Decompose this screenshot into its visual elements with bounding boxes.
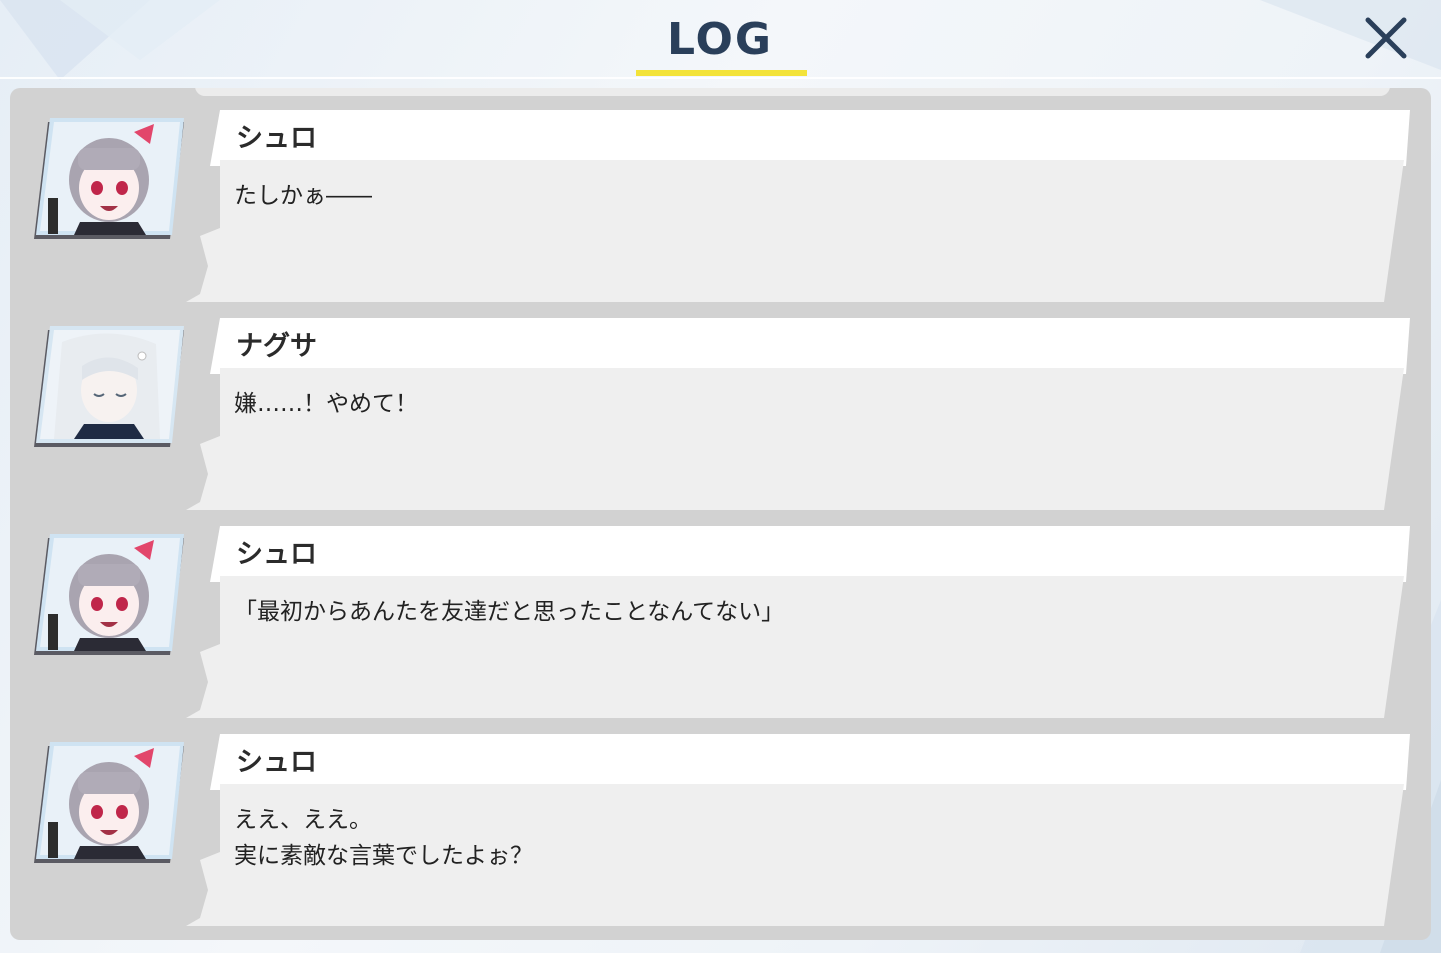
speaker-name: ナグサ: [236, 331, 317, 362]
shuro-portrait[interactable]: [34, 534, 184, 659]
log-list[interactable]: シュロ たしかぁ―― ナグサ 嫌……！やめて！ シュロ 「最初からあんたを友達だ…: [10, 88, 1431, 940]
nagusa-portrait[interactable]: [34, 326, 184, 451]
log-header: LOG: [0, 0, 1441, 78]
log-entry: シュロ たしかぁ――: [10, 88, 1431, 302]
log-entry: ナグサ 嫌……！やめて！: [10, 296, 1431, 510]
log-entry: シュロ ええ、ええ。 実に素敵な言葉でしたよぉ？: [10, 712, 1431, 926]
log-entry: シュロ 「最初からあんたを友達だと思ったことなんてない」: [10, 504, 1431, 718]
message-text: たしかぁ――: [234, 183, 372, 209]
close-button[interactable]: [1360, 12, 1412, 64]
header-divider: [0, 77, 1441, 79]
message-text: ええ、ええ。 実に素敵な言葉でしたよぉ？: [234, 807, 533, 869]
speaker-name: シュロ: [236, 539, 317, 570]
message-text: 嫌……！やめて！: [234, 391, 418, 417]
page-title: LOG: [667, 14, 773, 65]
speaker-name: シュロ: [236, 747, 317, 778]
shuro-portrait[interactable]: [34, 742, 184, 867]
close-x-icon: [1365, 17, 1407, 59]
shuro-portrait[interactable]: [34, 118, 184, 243]
title-underline: [636, 70, 807, 76]
message-text: 「最初からあんたを友達だと思ったことなんてない」: [234, 599, 785, 625]
speaker-name: シュロ: [236, 123, 317, 154]
